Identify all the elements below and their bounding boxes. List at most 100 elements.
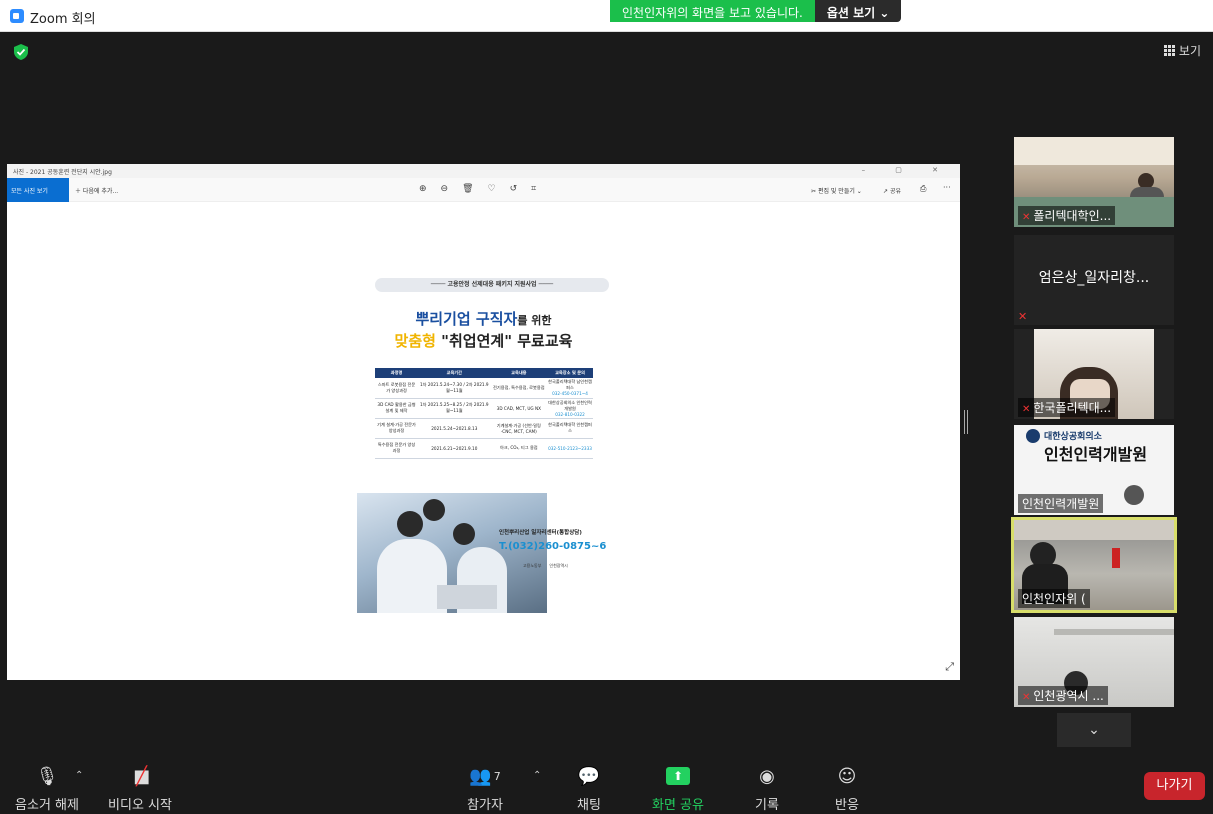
- share-button[interactable]: ↗ 공유: [883, 186, 901, 195]
- person-figure: [453, 523, 475, 545]
- table-cell: 2021.6.21~2021.9.10: [418, 438, 491, 459]
- chat-button[interactable]: 💬 채팅: [572, 764, 606, 814]
- table-cell: 한국폴리텍대학 인천캠퍼스: [547, 418, 593, 439]
- person-head: [1124, 485, 1144, 505]
- wall: [1014, 520, 1174, 540]
- participant-name: 인천인자위 (: [1018, 589, 1090, 608]
- table-cell: 1차 2021.5.25~8.25 / 2차 2021.9월~11월: [418, 398, 491, 419]
- flyer-logos: 고용노동부 인천광역시: [523, 563, 568, 569]
- participants-label: 참가자: [467, 798, 503, 813]
- audio-options-caret-icon[interactable]: ⌃: [75, 770, 83, 781]
- participant-display-name: 엄은상_일자리창...: [1038, 270, 1150, 286]
- phone: 032-510-2123~2333: [548, 445, 592, 451]
- rotate-icon[interactable]: ↺: [510, 184, 518, 194]
- start-video-button[interactable]: ■ ╱ 비디오 시작: [106, 764, 174, 814]
- share-screen-button[interactable]: ⬆ 화면 공유: [648, 764, 708, 813]
- table-row: 특수용접 전문가 양성과정 2021.6.21~2021.9.10 아크, CO…: [375, 438, 593, 459]
- reactions-button[interactable]: ☺ 반응: [832, 764, 862, 814]
- sign-text: 인천인력개발원: [1044, 445, 1148, 464]
- flyer-headline-2b: "취업연계" 무료교육: [435, 332, 573, 350]
- table-header: 교육기간: [418, 368, 491, 378]
- chat-label: 채팅: [577, 798, 601, 813]
- city-logo: 인천광역시: [549, 563, 568, 568]
- table-header: 교육내용: [490, 368, 548, 378]
- muted-mic-icon: ✕: [1022, 692, 1031, 703]
- participant-tile[interactable]: ✕ 인천광역시 ...: [1014, 617, 1174, 707]
- unmute-label: 음소거 해제: [15, 798, 79, 813]
- add-to-button[interactable]: ＋ 다음에 추가...: [75, 186, 118, 195]
- view-options-button[interactable]: 옵션 보기 ⌄: [814, 0, 902, 22]
- participant-tile[interactable]: ✕ 한국폴리텍대...: [1014, 329, 1174, 419]
- muted-mic-icon: ✕: [1022, 404, 1031, 415]
- center-phone: T.(032)260-0875~6: [499, 541, 607, 552]
- flyer-top-banner: ──── 고용안정 선제대응 패키지 지원사업 ────: [375, 278, 609, 292]
- share-screen-icon: ⬆: [648, 764, 708, 788]
- flyer-headline-2a: 맞춤형: [394, 332, 436, 350]
- course-table: 과정명 교육기간 교육내용 교육장소 및 문의 스마트 로봇용접 전문가 양성과…: [375, 368, 593, 459]
- delete-icon[interactable]: 🗑: [462, 184, 473, 194]
- phone: 032-810-0322: [555, 411, 585, 417]
- zoom-out-icon[interactable]: ⊖: [441, 184, 449, 194]
- edit-create-button[interactable]: ✂ 편집 및 만들기 ⌄: [811, 186, 862, 195]
- person-figure: [423, 499, 445, 521]
- reactions-label: 반응: [835, 798, 859, 813]
- meeting-toolbar: [0, 756, 1213, 814]
- participant-tile[interactable]: 대한상공회의소 인천인력개발원 인천인력개발원: [1014, 425, 1174, 515]
- scroll-down-button[interactable]: ⌄: [1057, 713, 1131, 747]
- participant-name-text: 폴리텍대학인...: [1033, 209, 1112, 223]
- expand-icon[interactable]: ⤢: [945, 660, 954, 674]
- participant-name-text: 인천인력개발원: [1022, 497, 1100, 511]
- phone: 032-450-0371~4: [552, 391, 588, 397]
- leave-button[interactable]: 나가기: [1144, 772, 1205, 800]
- view-button[interactable]: 보기: [1163, 42, 1201, 59]
- shelf: [1054, 629, 1174, 635]
- participants-button[interactable]: 👥 7 참가자: [462, 764, 508, 814]
- record-icon: ◉: [759, 765, 775, 787]
- all-photos-button[interactable]: 모든 사진 보기: [7, 178, 69, 202]
- participant-tile-active[interactable]: 인천인자위 (: [1011, 517, 1177, 613]
- table-cell: 전기용접, 특수용접, 로봇용접: [490, 378, 548, 399]
- participant-name: 인천인력개발원: [1018, 494, 1104, 513]
- start-video-label: 비디오 시작: [108, 798, 172, 813]
- shield-icon[interactable]: [12, 43, 30, 61]
- edit-create-label: 편집 및 만들기 ⌄: [817, 188, 862, 195]
- title-bar: Zoom 회의: [0, 0, 1213, 32]
- participant-name-text: 인천광역시 ...: [1033, 689, 1104, 703]
- record-button[interactable]: ◉ 기록: [752, 764, 782, 814]
- viewing-banner: 인천인자위의 화면을 보고 있습니다. 옵션 보기 ⌄: [610, 0, 902, 22]
- participants-caret-icon[interactable]: ⌃: [533, 770, 541, 781]
- participant-name: ✕ 폴리텍대학인...: [1018, 206, 1116, 225]
- grid-icon: [1163, 45, 1175, 56]
- table-row: 스마트 로봇용접 전문가 양성과정 1차 2021.5.24~7.30 / 2차…: [375, 378, 593, 399]
- all-photos-label: 모든 사진 보기: [11, 188, 48, 195]
- split-handle[interactable]: [964, 410, 968, 434]
- unmute-button[interactable]: 🎙 음소거 해제: [14, 764, 80, 814]
- table-header-row: 과정명 교육기간 교육내용 교육장소 및 문의: [375, 368, 593, 378]
- viewer-tools: ⊕ ⊖ 🗑 ♡ ↺ ⌗: [419, 184, 536, 194]
- ceiling: [1014, 137, 1174, 165]
- flyer-headline-1: 뿌리기업 구직자를 위한: [357, 308, 610, 329]
- add-to-label: 다음에 추가...: [82, 188, 119, 195]
- person-figure: [397, 511, 423, 537]
- share-label: 공유: [889, 188, 901, 195]
- crop-icon[interactable]: ⌗: [531, 184, 536, 194]
- view-button-label: 보기: [1178, 44, 1201, 58]
- table-cell: 대한상공회의소 인천인력개발원 032-810-0322: [547, 398, 593, 419]
- flyer-headline-1a: 뿌리기업 구직자: [415, 310, 518, 328]
- more-button[interactable]: ···: [943, 183, 951, 192]
- participant-tile[interactable]: 엄은상_일자리창... ✕: [1014, 235, 1174, 325]
- place: 한국폴리텍대학 인천캠퍼스: [548, 422, 592, 433]
- table-cell: 3D CAD, MCT, UG NX: [490, 398, 548, 419]
- window-controls[interactable]: – ▢ ✕: [862, 166, 952, 174]
- participants-count: 7: [493, 769, 501, 783]
- flyer-image: ──── 고용안정 선제대응 패키지 지원사업 ──── 뿌리기업 구직자를 위…: [357, 276, 610, 613]
- zoom-in-icon[interactable]: ⊕: [419, 184, 427, 194]
- muted-mic-icon: 🎙: [35, 765, 59, 787]
- table-cell: 스마트 로봇용접 전문가 양성과정: [375, 378, 419, 399]
- favorite-icon[interactable]: ♡: [488, 184, 496, 194]
- print-icon[interactable]: ⎙: [920, 184, 926, 194]
- center-name: 인천뿌리산업 일자리센터(통합상담): [499, 530, 582, 536]
- participant-tile[interactable]: ✕ 폴리텍대학인...: [1014, 137, 1174, 227]
- muted-mic-icon: ✕: [1018, 310, 1028, 323]
- chat-icon: 💬: [577, 765, 601, 787]
